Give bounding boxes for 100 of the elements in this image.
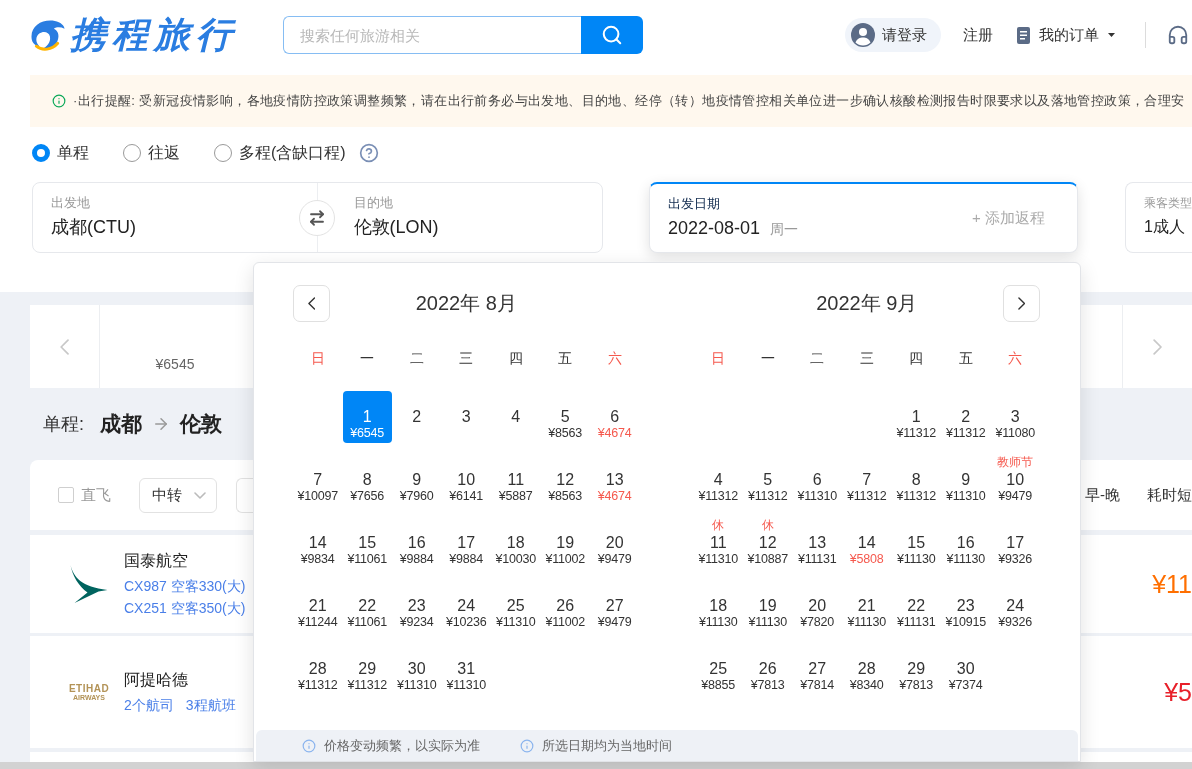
- date-cell[interactable]: 14 ¥5808: [842, 517, 892, 569]
- date-cell[interactable]: 30 ¥11310: [392, 643, 442, 695]
- day-number: 2: [961, 408, 971, 426]
- date-cell[interactable]: 4: [491, 391, 541, 443]
- date-cell[interactable]: 休 11 ¥11310: [693, 517, 743, 569]
- date-cell[interactable]: 16 ¥11130: [941, 517, 991, 569]
- day-price: ¥4674: [597, 489, 632, 503]
- date-cell[interactable]: 9 ¥11310: [941, 454, 991, 506]
- filter-dropdown[interactable]: 中转: [139, 477, 217, 513]
- date-cell[interactable]: 18 ¥11130: [693, 580, 743, 632]
- date-cell[interactable]: 30 ¥7374: [941, 643, 991, 695]
- holiday-label: 教师节: [997, 454, 1034, 470]
- date-cell[interactable]: 6 ¥11310: [792, 454, 842, 506]
- date-cell[interactable]: 16 ¥9884: [392, 517, 442, 569]
- date-cell[interactable]: 6 ¥4674: [590, 391, 640, 443]
- day-price: ¥7820: [800, 615, 835, 629]
- weekday-label: 一: [360, 349, 375, 368]
- date-cell[interactable]: 25 ¥8855: [693, 643, 743, 695]
- trip-type-radio[interactable]: 多程(含缺口程): [214, 142, 346, 164]
- search-button[interactable]: [581, 16, 643, 54]
- date-cell[interactable]: 13 ¥11131: [792, 517, 842, 569]
- date-cell[interactable]: 7 ¥11312: [842, 454, 892, 506]
- date-cell[interactable]: 17 ¥9326: [990, 517, 1040, 569]
- field-label: 乘客类型: [1144, 195, 1192, 211]
- date-cell[interactable]: 28 ¥8340: [842, 643, 892, 695]
- date-cell[interactable]: 29 ¥7813: [891, 643, 941, 695]
- date-cell[interactable]: 5 ¥8563: [540, 391, 590, 443]
- filter-dropdown[interactable]: [236, 477, 253, 513]
- prev-month-button[interactable]: [293, 285, 330, 322]
- date-cell[interactable]: 28 ¥11312: [293, 643, 343, 695]
- help-icon[interactable]: [358, 143, 379, 163]
- day-number: 17: [457, 534, 476, 552]
- date-cell[interactable]: 27 ¥9479: [590, 580, 640, 632]
- sort-option[interactable]: 早-晚: [1085, 485, 1120, 505]
- field-value[interactable]: 伦敦(LON): [353, 215, 439, 239]
- chevron-left-icon: [59, 338, 70, 355]
- month-title: 2022年 9月: [815, 291, 919, 316]
- trip-type-radio[interactable]: 单程: [32, 142, 89, 164]
- date-cell[interactable]: 9 ¥7960: [392, 454, 442, 506]
- date-cell[interactable]: 1 ¥11312: [891, 391, 941, 443]
- sort-option[interactable]: 耗时短: [1147, 485, 1192, 505]
- date-cell[interactable]: 23 ¥9234: [392, 580, 442, 632]
- day-number: 28: [857, 660, 876, 678]
- date-cell[interactable]: 10 ¥6141: [441, 454, 491, 506]
- flight-link[interactable]: 2个航司: [124, 695, 174, 715]
- date-cell[interactable]: 23 ¥10915: [941, 580, 991, 632]
- date-cell[interactable]: 5 ¥11312: [743, 454, 793, 506]
- flight-link[interactable]: CX987 空客330(大): [124, 576, 246, 596]
- date-cell[interactable]: 26 ¥11002: [540, 580, 590, 632]
- date-cell[interactable]: 19 ¥11130: [743, 580, 793, 632]
- headset-icon[interactable]: [1167, 24, 1189, 46]
- date-cell[interactable]: 13 ¥4674: [590, 454, 640, 506]
- date-cell[interactable]: 11 ¥5887: [491, 454, 541, 506]
- register-link[interactable]: 注册: [963, 25, 993, 45]
- date-cell[interactable]: 15 ¥11061: [342, 517, 392, 569]
- date-cell[interactable]: 29 ¥11312: [342, 643, 392, 695]
- date-cell[interactable]: 21 ¥11130: [842, 580, 892, 632]
- date-cell[interactable]: 2: [392, 391, 442, 443]
- date-cell[interactable]: 24 ¥10236: [441, 580, 491, 632]
- passenger-field[interactable]: 乘客类型 1成人: [1125, 182, 1192, 253]
- date-price-option[interactable]: ¥6545: [100, 305, 250, 388]
- date-cell[interactable]: 12 ¥8563: [540, 454, 590, 506]
- date-cell[interactable]: 3: [441, 391, 491, 443]
- date-cell[interactable]: 14 ¥9834: [293, 517, 343, 569]
- date-cell[interactable]: 25 ¥11310: [491, 580, 541, 632]
- date-cell[interactable]: 31 ¥11310: [441, 643, 491, 695]
- date-cell[interactable]: 18 ¥10030: [491, 517, 541, 569]
- date-cell[interactable]: 7 ¥10097: [293, 454, 343, 506]
- orders-menu-button[interactable]: 我的订单: [1017, 25, 1115, 45]
- date-cell[interactable]: 1 ¥6545: [342, 391, 392, 443]
- swap-button[interactable]: [299, 200, 335, 236]
- date-cell[interactable]: 4 ¥11312: [693, 454, 743, 506]
- city-name: 成都: [100, 411, 142, 437]
- trip-type-radio[interactable]: 往返: [123, 142, 180, 164]
- login-button[interactable]: 请登录: [845, 18, 941, 52]
- date-cell[interactable]: 24 ¥9326: [990, 580, 1040, 632]
- date-cell[interactable]: 22 ¥11131: [891, 580, 941, 632]
- flight-link[interactable]: CX251 空客350(大): [124, 598, 246, 618]
- date-cell[interactable]: 19 ¥11002: [540, 517, 590, 569]
- date-cell[interactable]: 休 12 ¥10887: [743, 517, 793, 569]
- date-cell[interactable]: 8 ¥7656: [342, 454, 392, 506]
- date-cell[interactable]: 22 ¥11061: [342, 580, 392, 632]
- checkbox-icon[interactable]: [58, 487, 74, 503]
- date-cell[interactable]: 15 ¥11130: [891, 517, 941, 569]
- date-cell[interactable]: 26 ¥7813: [743, 643, 793, 695]
- next-month-button[interactable]: [1003, 285, 1040, 322]
- date-cell[interactable]: 3 ¥11080: [990, 391, 1040, 443]
- date-field[interactable]: 出发日期 2022-08-01 周一 + 添加返程: [649, 182, 1078, 253]
- date-cell[interactable]: 20 ¥7820: [792, 580, 842, 632]
- flight-link[interactable]: 3程航班: [185, 695, 236, 715]
- date-cell[interactable]: 27 ¥7814: [792, 643, 842, 695]
- field-value[interactable]: 成都(CTU): [51, 215, 136, 239]
- date-cell[interactable]: 教师节 10 ¥9479: [990, 454, 1040, 506]
- info-icon: [52, 94, 66, 108]
- date-cell[interactable]: 2 ¥11312: [941, 391, 991, 443]
- date-cell[interactable]: 21 ¥11244: [293, 580, 343, 632]
- date-cell[interactable]: 17 ¥9884: [441, 517, 491, 569]
- date-cell[interactable]: 20 ¥9479: [590, 517, 640, 569]
- search-field[interactable]: 搜索任何旅游相关: [283, 16, 581, 54]
- date-cell[interactable]: 8 ¥11312: [891, 454, 941, 506]
